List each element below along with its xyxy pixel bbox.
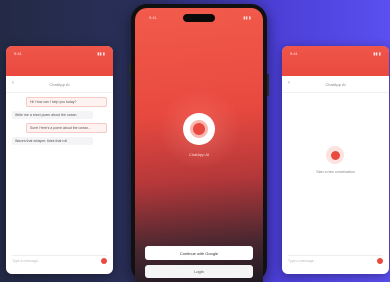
left-title: ChatApp AI [49,81,70,87]
power-button [267,74,269,96]
right-message-input[interactable]: Type a message... [288,255,383,266]
left-phone-screen: 9:41 ▮▮ ▮ ‹ ChatApp AI Hi! How can I hel… [6,46,113,274]
app-name: ChatApp AI [188,152,210,157]
login-button[interactable]: Login [145,265,253,278]
status-icons: ▮▮ ▮ [243,15,251,20]
left-message-input[interactable]: Type a message... [12,255,107,266]
send-icon[interactable] [101,258,107,264]
empty-state-logo-icon [326,146,344,164]
back-arrow-icon[interactable]: ‹ [288,80,290,86]
status-icons: ▮▮ ▮ [97,51,105,56]
status-icons: ▮▮ ▮ [373,51,381,56]
continue-google-button[interactable]: Continue with Google [145,246,253,260]
empty-state-text: Start a new conversation [316,170,355,174]
chat-message: Hi! How can I help you today? [26,97,107,107]
right-title: ChatApp AI [325,81,346,87]
left-title-bar: ‹ ChatApp AI [6,76,113,93]
input-placeholder: Type a message... [12,259,41,263]
status-time: 9:41 [149,15,157,20]
chat-message: Sure! Here's a poem about the ocean... [26,123,107,133]
right-phone-screen: 9:41 ▮▮ ▮ ‹ ChatApp AI Start a new conve… [282,46,389,274]
left-header: 9:41 ▮▮ ▮ [6,46,113,76]
right-title-bar: ‹ ChatApp AI [282,76,389,93]
back-arrow-icon[interactable]: ‹ [12,80,14,86]
status-time: 9:41 [290,51,298,56]
chat-message: Waves that whisper, tides that roll [12,137,93,145]
volume-button [129,80,131,96]
status-time: 9:41 [14,51,22,56]
input-placeholder: Type a message... [288,259,317,263]
dynamic-island [183,14,215,22]
center-phone-screen: 9:41 ▮▮ ▮ ChatApp AI Continue with Googl… [135,8,263,282]
empty-state-logo-core [330,150,340,160]
app-logo-icon [183,113,215,145]
volume-button [129,64,131,74]
right-header: 9:41 ▮▮ ▮ [282,46,389,76]
chat-message: Write me a short poem about the ocean [12,111,93,119]
send-icon[interactable] [377,258,383,264]
app-logo-core [190,120,208,138]
center-phone-frame: 9:41 ▮▮ ▮ ChatApp AI Continue with Googl… [129,4,269,282]
